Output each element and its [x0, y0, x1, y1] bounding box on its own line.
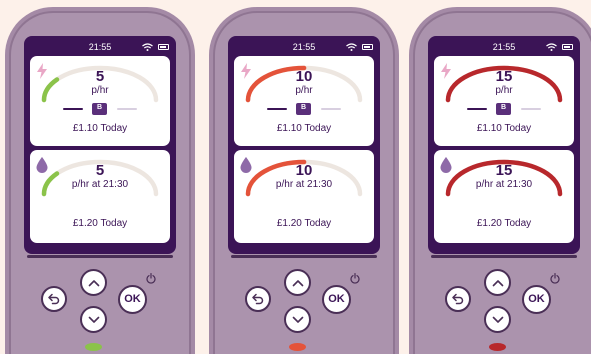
- power-icon[interactable]: [146, 273, 156, 284]
- ok-label: OK: [528, 293, 545, 305]
- up-button[interactable]: [284, 269, 311, 296]
- gas-card[interactable]: 15 p/hr at 21:30 £1.20 Today: [434, 150, 574, 243]
- chevron-up-icon: [492, 279, 503, 286]
- electricity-rate-unit: p/hr: [495, 85, 513, 96]
- electricity-today-cost: £1.10 Today: [476, 123, 532, 134]
- tariff-badge: B: [296, 103, 311, 115]
- tariff-bar-right: [117, 108, 137, 110]
- screen: 21:55 10 p/hr B £1.10 Today 10 p/hr at 21:30 £1…: [228, 36, 380, 254]
- battery-icon: [158, 44, 169, 50]
- smart-meter-display: 21:55 10 p/hr B £1.10 Today 10 p/hr at 21:30 £1…: [209, 7, 399, 354]
- tariff-indicator: B: [467, 103, 541, 115]
- clock: 21:55: [88, 42, 112, 52]
- tariff-bar-left: [467, 108, 487, 110]
- back-arrow-icon: [452, 293, 464, 305]
- ok-button[interactable]: OK: [522, 285, 551, 314]
- tariff-bar-right: [521, 108, 541, 110]
- back-button[interactable]: [245, 286, 271, 312]
- gas-rate-unit: p/hr at 21:30: [71, 179, 129, 190]
- up-button[interactable]: [80, 269, 107, 296]
- chevron-up-icon: [88, 279, 99, 286]
- chevron-down-icon: [292, 316, 303, 323]
- screen: 21:55 5 p/hr B £1.10 Today 5 p/hr at 21:30 £1.2…: [24, 36, 176, 254]
- screen: 21:55 15 p/hr B £1.10 Today 15 p/hr at 21:30 £1…: [428, 36, 580, 254]
- electricity-rate-value: 15: [495, 68, 513, 85]
- status-bar: 21:55: [428, 40, 580, 54]
- smart-meter-display: 21:55 15 p/hr B £1.10 Today 15 p/hr at 21:30 £1…: [409, 7, 591, 354]
- gas-rate-value: 10: [295, 162, 313, 179]
- divider: [431, 255, 577, 258]
- electricity-card[interactable]: 10 p/hr B £1.10 Today: [234, 56, 374, 146]
- clock: 21:55: [492, 42, 516, 52]
- electricity-rate-unit: p/hr: [295, 85, 313, 96]
- status-led: [85, 343, 102, 351]
- up-button[interactable]: [484, 269, 511, 296]
- tariff-bar-right: [321, 108, 341, 110]
- divider: [231, 255, 377, 258]
- electricity-rate-value: 5: [95, 68, 105, 85]
- electricity-today-cost: £1.10 Today: [72, 123, 128, 134]
- wifi-icon: [546, 43, 557, 51]
- gas-rate-unit: p/hr at 21:30: [275, 179, 333, 190]
- electricity-rate-value: 10: [295, 68, 313, 85]
- tariff-bar-left: [267, 108, 287, 110]
- smart-meter-display: 21:55 5 p/hr B £1.10 Today 5 p/hr at 21:30 £1.2…: [5, 7, 195, 354]
- wifi-icon: [142, 43, 153, 51]
- status-bar: 21:55: [24, 40, 176, 54]
- tariff-indicator: B: [267, 103, 341, 115]
- ok-button[interactable]: OK: [322, 285, 351, 314]
- power-icon[interactable]: [350, 273, 360, 284]
- status-bar: 21:55: [228, 40, 380, 54]
- wifi-icon: [346, 43, 357, 51]
- electricity-card[interactable]: 5 p/hr B £1.10 Today: [30, 56, 170, 146]
- chevron-up-icon: [292, 279, 303, 286]
- status-led: [489, 343, 506, 351]
- electricity-card[interactable]: 15 p/hr B £1.10 Today: [434, 56, 574, 146]
- gas-rate-value: 5: [95, 162, 105, 179]
- gas-today-cost: £1.20 Today: [276, 218, 332, 229]
- gas-card[interactable]: 5 p/hr at 21:30 £1.20 Today: [30, 150, 170, 243]
- back-arrow-icon: [252, 293, 264, 305]
- back-arrow-icon: [48, 293, 60, 305]
- back-button[interactable]: [445, 286, 471, 312]
- electricity-rate-unit: p/hr: [91, 85, 109, 96]
- status-led: [289, 343, 306, 351]
- gas-rate-value: 15: [495, 162, 513, 179]
- tariff-badge: B: [496, 103, 511, 115]
- electricity-today-cost: £1.10 Today: [276, 123, 332, 134]
- ok-label: OK: [328, 293, 345, 305]
- ok-button[interactable]: OK: [118, 285, 147, 314]
- back-button[interactable]: [41, 286, 67, 312]
- gas-today-cost: £1.20 Today: [476, 218, 532, 229]
- gas-card[interactable]: 10 p/hr at 21:30 £1.20 Today: [234, 150, 374, 243]
- clock: 21:55: [292, 42, 316, 52]
- down-button[interactable]: [80, 306, 107, 333]
- down-button[interactable]: [484, 306, 511, 333]
- divider: [27, 255, 173, 258]
- tariff-indicator: B: [63, 103, 137, 115]
- battery-icon: [562, 44, 573, 50]
- battery-icon: [362, 44, 373, 50]
- tariff-bar-left: [63, 108, 83, 110]
- chevron-down-icon: [492, 316, 503, 323]
- tariff-badge: B: [92, 103, 107, 115]
- down-button[interactable]: [284, 306, 311, 333]
- chevron-down-icon: [88, 316, 99, 323]
- power-icon[interactable]: [550, 273, 560, 284]
- ok-label: OK: [124, 293, 141, 305]
- gas-today-cost: £1.20 Today: [72, 218, 128, 229]
- gas-rate-unit: p/hr at 21:30: [475, 179, 533, 190]
